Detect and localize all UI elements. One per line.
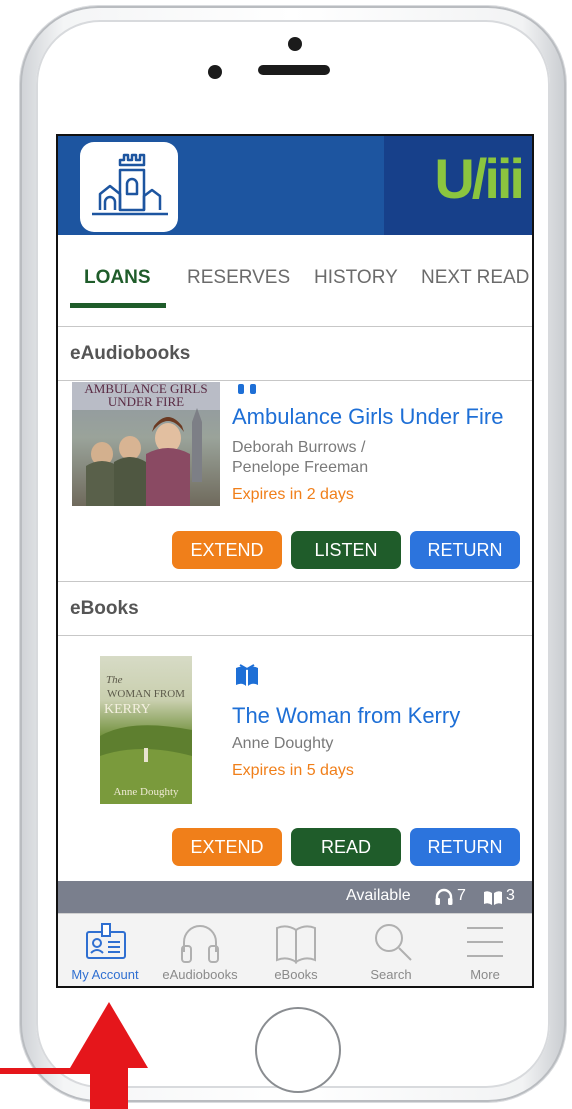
tab-label: Search	[370, 967, 412, 982]
tab-history[interactable]: HISTORY	[314, 267, 398, 289]
bottom-tab-bar: My Account eAudiobooks eBooks Search Mor…	[58, 913, 532, 986]
extend-label: EXTEND	[190, 539, 264, 560]
cover-text-woman: WOMAN FROM	[107, 688, 185, 700]
book-cover[interactable]: AMBULANCE GIRLS UNDER FIRE	[72, 382, 220, 506]
book-cover[interactable]: The WOMAN FROM KERRY Anne Doughty	[100, 656, 192, 804]
cover-title-text: AMBULANCE GIRLS UNDER FIRE	[84, 382, 208, 409]
listen-label: LISTEN	[314, 539, 378, 560]
read-label: READ	[320, 836, 371, 857]
app-screen: U/iii LOANS RESERVES HISTORY NEXT READ e…	[56, 134, 534, 988]
tab-next-read[interactable]: NEXT READ	[421, 267, 529, 289]
extend-label: EXTEND	[190, 836, 264, 857]
tab-my-account[interactable]: My Account	[58, 914, 152, 986]
section-header-ebooks: eBooks	[58, 581, 532, 636]
camera-dot-icon	[288, 37, 302, 51]
tab-search[interactable]: Search	[344, 914, 438, 986]
library-logo	[80, 142, 178, 232]
tab-label: My Account	[71, 967, 139, 982]
home-button[interactable]	[255, 1007, 341, 1093]
headphones-icon	[181, 925, 219, 963]
availability-bar: Available 7 3	[58, 881, 532, 913]
tab-ebooks[interactable]: eBooks	[248, 914, 344, 986]
read-button[interactable]: READ	[291, 828, 401, 866]
extend-button[interactable]: EXTEND	[172, 828, 282, 866]
tab-reserves[interactable]: RESERVES	[187, 267, 290, 289]
castle-icon	[92, 153, 168, 216]
tab-label: More	[470, 967, 500, 982]
active-tab-indicator	[70, 303, 166, 308]
headphones-icon	[238, 384, 256, 394]
speaker-grille	[258, 65, 330, 75]
ebook-count: 3	[506, 887, 515, 904]
tab-more[interactable]: More	[438, 914, 532, 986]
return-button[interactable]: RETURN	[410, 531, 520, 569]
expiry-text: Expires in 2 days	[232, 486, 354, 503]
section-header-eaudiobooks: eAudiobooks	[58, 326, 532, 381]
book-author: Deborah Burrows /	[232, 439, 366, 456]
audiobook-count: 7	[457, 887, 466, 904]
search-icon	[375, 924, 412, 961]
return-label: RETURN	[427, 836, 503, 857]
book-author: Anne Doughty	[232, 735, 334, 752]
book-title[interactable]: Ambulance Girls Under Fire	[232, 404, 503, 430]
cover-text-the: The	[106, 674, 123, 686]
annotation-arrow-line	[0, 1068, 128, 1074]
expiry-text: Expires in 5 days	[232, 762, 354, 779]
tab-label: eBooks	[274, 967, 318, 982]
menu-icon	[467, 927, 503, 957]
book-icon	[484, 891, 502, 905]
brand-logo: U/iii	[384, 136, 532, 235]
book-icon	[236, 664, 258, 686]
open-book-icon	[276, 925, 316, 964]
book-title[interactable]: The Woman from Kerry	[232, 703, 460, 729]
book-narrator: Penelope Freeman	[232, 459, 369, 476]
app-header: U/iii	[58, 136, 532, 235]
listen-button[interactable]: LISTEN	[291, 531, 401, 569]
cover-text-kerry: KERRY	[104, 702, 151, 717]
account-card-icon	[86, 923, 126, 959]
available-label: Available	[346, 887, 411, 904]
return-label: RETURN	[427, 539, 503, 560]
annotation-arrow-shaft	[90, 1068, 128, 1109]
extend-button[interactable]: EXTEND	[172, 531, 282, 569]
section-title: eBooks	[70, 598, 139, 619]
annotation-arrow-head	[70, 1002, 148, 1068]
tab-loans[interactable]: LOANS	[84, 267, 151, 289]
section-title: eAudiobooks	[70, 343, 191, 364]
cover-text-author: Anne Doughty	[113, 786, 179, 798]
front-camera-icon	[208, 65, 222, 79]
brand-text: U/iii	[434, 147, 525, 210]
tab-eaudiobooks[interactable]: eAudiobooks	[152, 914, 248, 986]
return-button[interactable]: RETURN	[410, 828, 520, 866]
headphones-icon	[435, 888, 453, 905]
tab-label: eAudiobooks	[162, 967, 238, 982]
